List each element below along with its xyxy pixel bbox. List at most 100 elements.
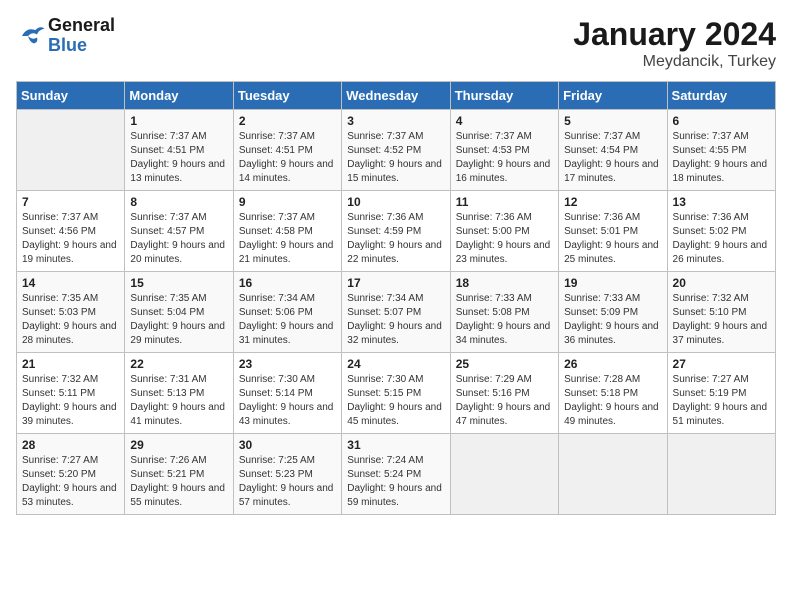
day-header-thursday: Thursday [450, 82, 558, 110]
calendar-cell: 17 Sunrise: 7:34 AMSunset: 5:07 PMDayligh… [342, 272, 450, 353]
day-info: Sunrise: 7:37 AMSunset: 4:55 PMDaylight:… [673, 130, 770, 186]
day-info: Sunrise: 7:28 AMSunset: 5:18 PMDaylight:… [564, 373, 661, 429]
day-info: Sunrise: 7:36 AMSunset: 4:59 PMDaylight:… [347, 211, 444, 267]
calendar-table: SundayMondayTuesdayWednesdayThursdayFrid… [16, 81, 776, 515]
day-info: Sunrise: 7:31 AMSunset: 5:13 PMDaylight:… [130, 373, 227, 429]
day-info: Sunrise: 7:29 AMSunset: 5:16 PMDaylight:… [456, 373, 553, 429]
calendar-cell: 26 Sunrise: 7:28 AMSunset: 5:18 PMDayligh… [559, 353, 667, 434]
day-info: Sunrise: 7:37 AMSunset: 4:51 PMDaylight:… [130, 130, 227, 186]
day-info: Sunrise: 7:30 AMSunset: 5:14 PMDaylight:… [239, 373, 336, 429]
calendar-cell: 9Sunrise: 7:37 AMSunset: 4:58 PMDaylight… [233, 191, 341, 272]
calendar-cell: 23 Sunrise: 7:30 AMSunset: 5:14 PMDayligh… [233, 353, 341, 434]
calendar-cell: 3Sunrise: 7:37 AMSunset: 4:52 PMDaylight… [342, 110, 450, 191]
calendar-cell: 19 Sunrise: 7:33 AMSunset: 5:09 PMDayligh… [559, 272, 667, 353]
day-info: Sunrise: 7:30 AMSunset: 5:15 PMDaylight:… [347, 373, 444, 429]
day-number: 1 [130, 114, 227, 128]
day-info: Sunrise: 7:36 AMSunset: 5:02 PMDaylight:… [673, 211, 770, 267]
day-number: 21 [22, 357, 119, 371]
day-header-tuesday: Tuesday [233, 82, 341, 110]
month-title: January 2024 [573, 16, 776, 53]
day-number: 18 [456, 276, 553, 290]
day-header-friday: Friday [559, 82, 667, 110]
day-info: Sunrise: 7:35 AMSunset: 5:04 PMDaylight:… [130, 292, 227, 348]
logo-blue: Blue [48, 36, 115, 56]
logo-general: General [48, 16, 115, 36]
day-info: Sunrise: 7:37 AMSunset: 4:56 PMDaylight:… [22, 211, 119, 267]
day-number: 7 [22, 195, 119, 209]
day-info: Sunrise: 7:37 AMSunset: 4:52 PMDaylight:… [347, 130, 444, 186]
day-info: Sunrise: 7:33 AMSunset: 5:09 PMDaylight:… [564, 292, 661, 348]
day-number: 11 [456, 195, 553, 209]
location-title: Meydancik, Turkey [573, 53, 776, 71]
day-info: Sunrise: 7:33 AMSunset: 5:08 PMDaylight:… [456, 292, 553, 348]
day-number: 28 [22, 438, 119, 452]
calendar-cell: 16Sunrise: 7:34 AMSunset: 5:06 PMDayligh… [233, 272, 341, 353]
day-header-saturday: Saturday [667, 82, 775, 110]
calendar-cell: 24 Sunrise: 7:30 AMSunset: 5:15 PMDayligh… [342, 353, 450, 434]
calendar-cell: 6 Sunrise: 7:37 AMSunset: 4:55 PMDaylight… [667, 110, 775, 191]
day-number: 5 [564, 114, 661, 128]
calendar-cell: 11 Sunrise: 7:36 AMSunset: 5:00 PMDayligh… [450, 191, 558, 272]
day-info: Sunrise: 7:32 AMSunset: 5:11 PMDaylight:… [22, 373, 119, 429]
title-area: January 2024 Meydancik, Turkey [573, 16, 776, 71]
day-info: Sunrise: 7:37 AMSunset: 4:54 PMDaylight:… [564, 130, 661, 186]
day-number: 6 [673, 114, 770, 128]
day-info: Sunrise: 7:27 AMSunset: 5:19 PMDaylight:… [673, 373, 770, 429]
day-header-wednesday: Wednesday [342, 82, 450, 110]
calendar-cell: 8 Sunrise: 7:37 AMSunset: 4:57 PMDaylight… [125, 191, 233, 272]
day-info: Sunrise: 7:37 AMSunset: 4:53 PMDaylight:… [456, 130, 553, 186]
day-header-sunday: Sunday [17, 82, 125, 110]
calendar-cell: 18 Sunrise: 7:33 AMSunset: 5:08 PMDayligh… [450, 272, 558, 353]
day-number: 12 [564, 195, 661, 209]
calendar-cell: 25Sunrise: 7:29 AMSunset: 5:16 PMDayligh… [450, 353, 558, 434]
day-number: 30 [239, 438, 336, 452]
day-info: Sunrise: 7:26 AMSunset: 5:21 PMDaylight:… [130, 454, 227, 510]
day-info: Sunrise: 7:27 AMSunset: 5:20 PMDaylight:… [22, 454, 119, 510]
day-number: 2 [239, 114, 336, 128]
day-info: Sunrise: 7:32 AMSunset: 5:10 PMDaylight:… [673, 292, 770, 348]
day-number: 29 [130, 438, 227, 452]
day-number: 17 [347, 276, 444, 290]
calendar-cell [17, 110, 125, 191]
calendar-cell: 31Sunrise: 7:24 AMSunset: 5:24 PMDayligh… [342, 434, 450, 515]
day-number: 16 [239, 276, 336, 290]
day-info: Sunrise: 7:36 AMSunset: 5:01 PMDaylight:… [564, 211, 661, 267]
day-number: 26 [564, 357, 661, 371]
calendar-cell [667, 434, 775, 515]
day-number: 27 [673, 357, 770, 371]
day-info: Sunrise: 7:37 AMSunset: 4:57 PMDaylight:… [130, 211, 227, 267]
day-number: 15 [130, 276, 227, 290]
calendar-cell [559, 434, 667, 515]
logo-bird-icon [16, 22, 46, 50]
calendar-cell: 1 Sunrise: 7:37 AMSunset: 4:51 PMDaylight… [125, 110, 233, 191]
calendar-cell: 10 Sunrise: 7:36 AMSunset: 4:59 PMDayligh… [342, 191, 450, 272]
calendar-cell: 5 Sunrise: 7:37 AMSunset: 4:54 PMDaylight… [559, 110, 667, 191]
calendar-cell: 12 Sunrise: 7:36 AMSunset: 5:01 PMDayligh… [559, 191, 667, 272]
day-number: 19 [564, 276, 661, 290]
day-info: Sunrise: 7:35 AMSunset: 5:03 PMDaylight:… [22, 292, 119, 348]
day-header-monday: Monday [125, 82, 233, 110]
calendar-cell: 29 Sunrise: 7:26 AMSunset: 5:21 PMDayligh… [125, 434, 233, 515]
day-info: Sunrise: 7:25 AMSunset: 5:23 PMDaylight:… [239, 454, 336, 510]
day-info: Sunrise: 7:36 AMSunset: 5:00 PMDaylight:… [456, 211, 553, 267]
calendar-cell [450, 434, 558, 515]
calendar-cell: 15 Sunrise: 7:35 AMSunset: 5:04 PMDayligh… [125, 272, 233, 353]
calendar-cell: 2 Sunrise: 7:37 AMSunset: 4:51 PMDaylight… [233, 110, 341, 191]
calendar-cell: 20 Sunrise: 7:32 AMSunset: 5:10 PMDayligh… [667, 272, 775, 353]
calendar-cell: 7 Sunrise: 7:37 AMSunset: 4:56 PMDaylight… [17, 191, 125, 272]
day-number: 23 [239, 357, 336, 371]
calendar-cell: 30 Sunrise: 7:25 AMSunset: 5:23 PMDayligh… [233, 434, 341, 515]
day-number: 31 [347, 438, 444, 452]
day-number: 10 [347, 195, 444, 209]
day-number: 4 [456, 114, 553, 128]
day-number: 14 [22, 276, 119, 290]
day-number: 8 [130, 195, 227, 209]
day-number: 13 [673, 195, 770, 209]
day-info: Sunrise: 7:37 AMSunset: 4:51 PMDaylight:… [239, 130, 336, 186]
calendar-cell: 28 Sunrise: 7:27 AMSunset: 5:20 PMDayligh… [17, 434, 125, 515]
day-info: Sunrise: 7:34 AMSunset: 5:07 PMDaylight:… [347, 292, 444, 348]
day-number: 24 [347, 357, 444, 371]
day-number: 20 [673, 276, 770, 290]
day-info: Sunrise: 7:37 AMSunset: 4:58 PMDaylight:… [239, 211, 336, 267]
calendar-cell: 14 Sunrise: 7:35 AMSunset: 5:03 PMDayligh… [17, 272, 125, 353]
